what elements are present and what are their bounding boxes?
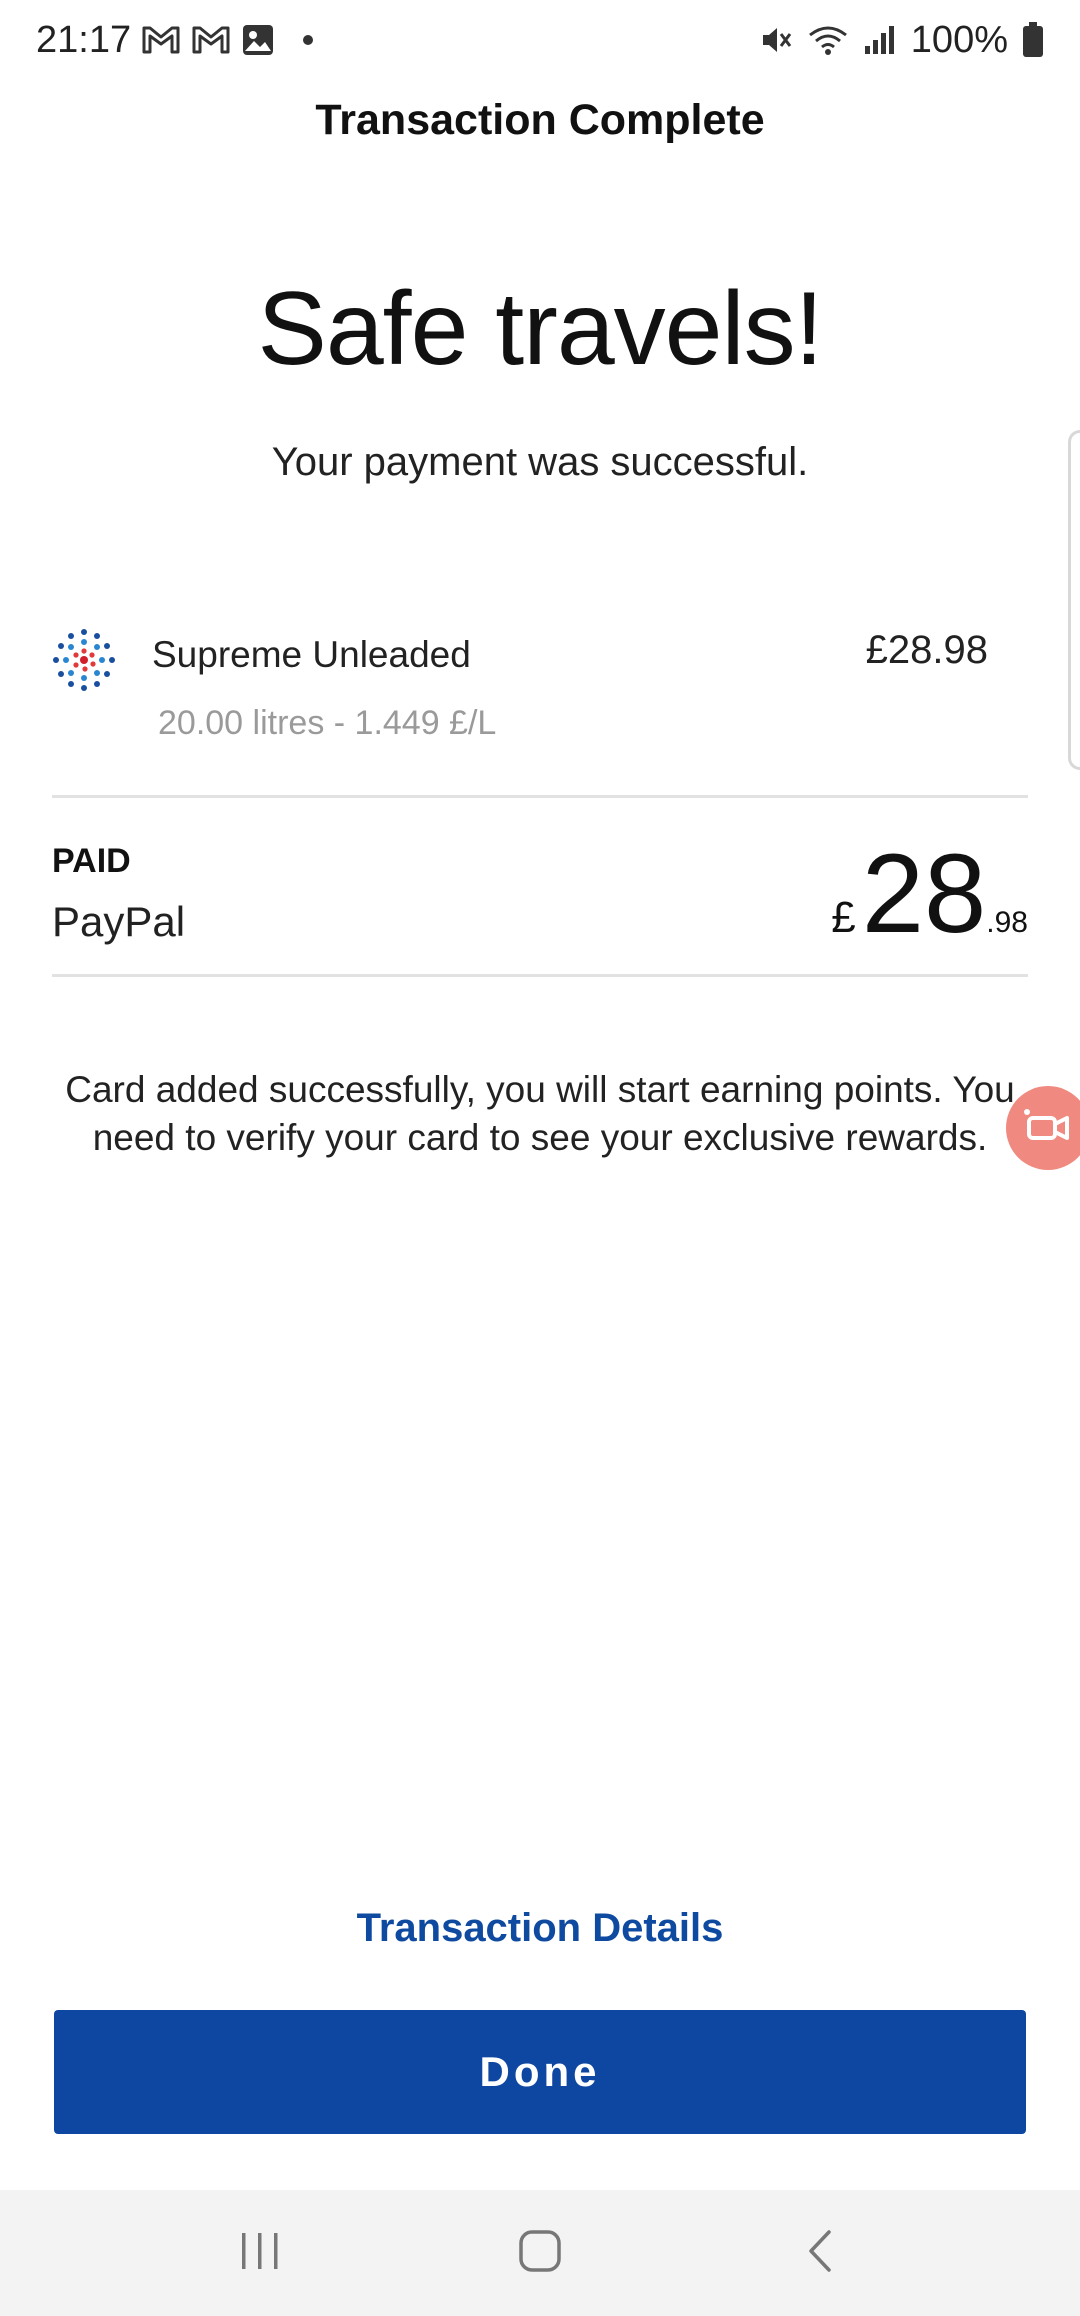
fuel-quantity-detail: 20.00 litres - 1.449 £/L [158,704,497,742]
recent-apps-icon [238,2231,282,2276]
success-subheadline: Your payment was successful. [271,440,809,484]
payment-method: PayPal [52,898,186,945]
home-button[interactable] [490,2213,590,2293]
status-bar: 21:17 100% [0,0,1080,80]
gallery-icon [241,23,275,57]
video-camera-icon [1021,1106,1075,1151]
status-left: 21:17 [36,18,314,62]
system-navigation-bar [0,2190,1080,2316]
card-added-notice: Card added successfully, you will start … [65,1069,1015,1158]
status-right: 100% [759,19,1044,62]
mute-icon [759,23,793,57]
page-title: Transaction Complete [315,96,765,144]
gmail-icon [191,24,231,56]
screen: 21:17 100% Transaction Complete Safe tra… [0,0,1080,2316]
notification-dot-icon [303,35,314,45]
fuel-product-name: Supreme Unleaded [152,634,471,675]
gmail-icon [141,24,181,56]
home-icon [518,2229,562,2278]
battery-icon [1022,22,1044,58]
divider [52,795,1028,798]
status-time: 21:17 [36,18,132,61]
battery-percent: 100% [910,18,1008,61]
back-button[interactable] [770,2213,870,2293]
transaction-details-link[interactable]: Transaction Details [0,1906,1080,1951]
fuel-line-item: Supreme Unleaded £28.98 20.00 litres - 1… [52,620,1028,750]
divider [52,974,1028,977]
recent-apps-button[interactable] [210,2213,310,2293]
signal-icon [863,24,897,56]
fuel-brand-logo-icon [52,628,116,692]
wifi-icon [807,23,849,57]
amount-currency: £ [831,893,856,942]
back-icon [805,2228,835,2279]
total-amount: £ 28 .98 [831,838,1028,950]
screen-record-button[interactable] [1006,1086,1080,1170]
success-headline: Safe travels! [257,271,823,387]
payment-status-label: PAID [52,842,131,880]
done-button[interactable]: Done [54,2010,1026,2134]
amount-minor: .98 [986,906,1028,939]
fuel-product-price: £28.98 [865,628,988,672]
amount-major: 28 [861,831,987,956]
